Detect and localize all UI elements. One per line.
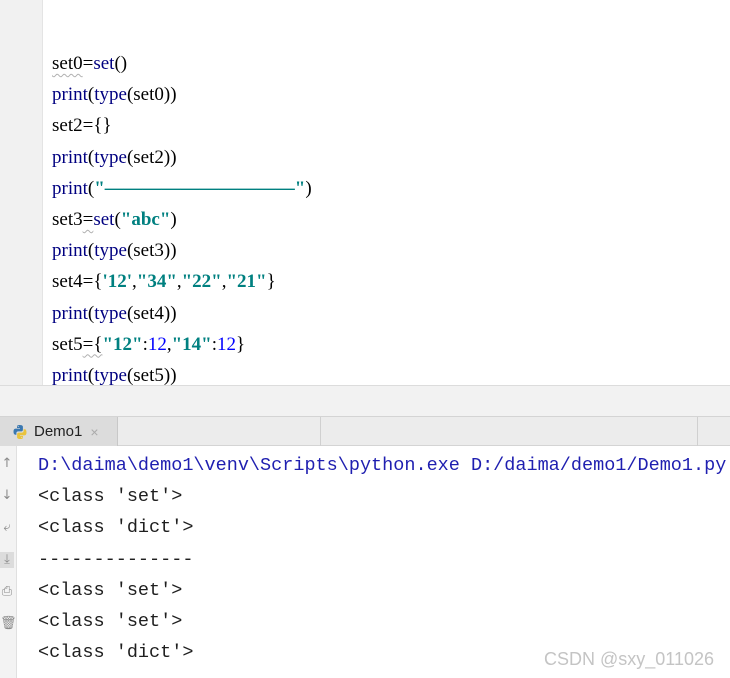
arrow-down-icon[interactable]: ↓: [0, 488, 14, 504]
code-token: "34": [136, 271, 177, 293]
code-token: }: [235, 333, 246, 355]
code-token: type: [94, 302, 127, 324]
code-token: (set0)): [126, 84, 177, 106]
console-line: --------------: [38, 548, 194, 570]
code-token: 12: [216, 333, 236, 355]
code-token: set3: [52, 208, 83, 230]
code-token: 12: [147, 333, 167, 355]
code-token: (set4)): [126, 302, 177, 324]
code-line[interactable]: set0=set(): [52, 48, 312, 79]
code-line[interactable]: print("——————————"): [52, 173, 312, 204]
code-token: ={: [82, 333, 103, 355]
code-editor[interactable]: set0=set() print(type(set0)) set2={} print(…: [0, 0, 730, 386]
code-line[interactable]: print(type(set3)): [52, 235, 312, 266]
code-token: set5: [52, 333, 83, 355]
code-line[interactable]: print(type(set2)): [52, 142, 312, 173]
tab-divider: [697, 417, 698, 446]
code-line[interactable]: set4={'12',"34","22","21"}: [52, 266, 312, 297]
code-token: type: [94, 240, 127, 262]
code-token: "12": [102, 333, 143, 355]
code-token: set2: [52, 115, 83, 137]
panel-separator[interactable]: [0, 385, 730, 417]
code-token: (): [114, 53, 128, 74]
code-token: print: [52, 240, 88, 262]
code-token: print: [52, 84, 88, 106]
code-token: "14": [171, 333, 212, 355]
trash-icon[interactable]: 🗑: [0, 616, 17, 632]
code-line[interactable]: set3=set("abc"): [52, 204, 312, 235]
watermark: CSDN @sxy_011026: [543, 649, 714, 669]
console-output: D:\daima\demo1\venv\Scripts\python.exe D…: [38, 450, 726, 668]
soft-wrap-icon[interactable]: ⤶: [0, 520, 14, 536]
code-token: ): [305, 177, 312, 199]
code-line[interactable]: set5={"12":12,"14":12}: [52, 329, 312, 360]
code-token: "21": [226, 271, 267, 293]
code-token: ={}: [82, 115, 112, 137]
code-token: ={: [82, 271, 103, 293]
code-token: set: [93, 53, 115, 74]
code-token: print: [52, 364, 88, 386]
code-token: (set2)): [126, 146, 177, 168]
code-line[interactable]: print(type(set0)): [52, 79, 312, 110]
editor-gutter: [0, 0, 43, 385]
code-area[interactable]: set0=set() print(type(set0)) set2={} print(…: [52, 48, 312, 391]
tab-divider: [320, 417, 321, 446]
code-token: set0: [52, 53, 83, 74]
console-line: <class 'dict'>: [38, 517, 194, 539]
code-token: =: [82, 208, 94, 230]
code-token: type: [94, 146, 127, 168]
code-token: print: [52, 302, 88, 324]
code-token: '12': [102, 271, 133, 293]
console-line: <class 'set'>: [38, 610, 183, 632]
run-console[interactable]: ↑ ↓ ⤶ ⤓ ⎙ 🗑 D:\daima\demo1\venv\Scripts\…: [0, 446, 730, 678]
code-token: (set3)): [126, 240, 177, 262]
scroll-to-end-icon[interactable]: ⤓: [0, 552, 14, 568]
code-token: "abc": [120, 208, 171, 230]
code-token: type: [94, 364, 127, 386]
print-icon[interactable]: ⎙: [0, 584, 14, 600]
code-token: "——————————": [94, 177, 306, 199]
code-line[interactable]: print(type(set4)): [52, 298, 312, 329]
code-token: ): [170, 208, 177, 230]
code-token: set4: [52, 271, 83, 293]
arrow-up-icon[interactable]: ↑: [0, 456, 14, 472]
code-token: type: [94, 84, 127, 106]
console-toolbar: ↑ ↓ ⤶ ⤓ ⎙ 🗑: [0, 446, 17, 678]
python-icon: [13, 424, 27, 439]
code-token: (set5)): [126, 364, 177, 386]
run-tab-bar: Demo1 ×: [0, 416, 730, 446]
code-line[interactable]: set2={}: [52, 110, 312, 141]
code-token: print: [52, 146, 88, 168]
code-token: print: [52, 177, 88, 199]
code-token: "22": [181, 271, 222, 293]
code-token: =: [82, 53, 94, 74]
code-token: set: [93, 208, 115, 230]
tab-demo1[interactable]: Demo1 ×: [0, 417, 118, 446]
console-line: <class 'set'>: [38, 486, 183, 508]
tab-label: Demo1: [34, 423, 83, 440]
close-icon[interactable]: ×: [90, 424, 98, 440]
console-line[interactable]: D:\daima\demo1\venv\Scripts\python.exe D…: [38, 450, 726, 481]
console-line: <class 'set'>: [38, 579, 183, 601]
code-token: }: [266, 271, 276, 293]
